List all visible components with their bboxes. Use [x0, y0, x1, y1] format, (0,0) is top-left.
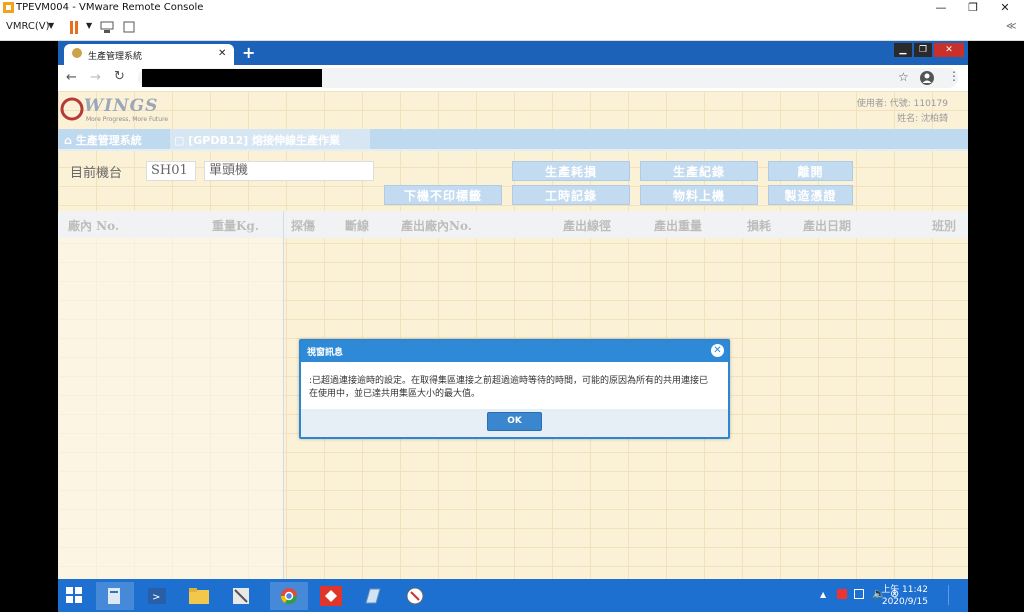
col-broken-wire: 斷線 [345, 219, 370, 233]
browser-tab[interactable]: 生產管理系統 ✕ [64, 44, 234, 65]
col-factory-no: 廠內 No. [68, 219, 120, 233]
redacted-url [142, 69, 322, 87]
col-probe-injury: 探傷 [291, 219, 316, 233]
production-record-button[interactable]: 生產紀錄 [640, 161, 758, 181]
svg-text:>: > [152, 592, 160, 603]
wings-logo: WINGS More Progress, More Future [60, 95, 168, 125]
machine-name-field[interactable]: 單頭機 [204, 161, 374, 181]
taskbar-app-icon[interactable] [354, 582, 392, 610]
tray-app-icon[interactable] [837, 589, 847, 599]
user-id-line: 使用者: 代號: 110179 [856, 99, 948, 109]
forward-icon[interactable]: → [90, 70, 101, 85]
taskbar-chrome-icon[interactable] [270, 582, 308, 610]
col-output-weight: 產出重量 [654, 219, 703, 233]
logo-text: WINGS [84, 96, 159, 116]
col-weight: 重量Kg. [212, 219, 259, 233]
menu-kebab-icon[interactable]: ⋮ [948, 69, 960, 83]
browser-minimize-icon[interactable]: ▁ [894, 43, 912, 57]
machine-label: 目前機台 [70, 166, 123, 181]
nav-current-page: ▢ [GPDB12] 熔接伸線生產作業 [170, 129, 370, 149]
vm-titlebar: TPEVM004 - VMware Remote Console — ❐ ✕ [0, 0, 1024, 16]
manufacturing-voucher-button[interactable]: 製造憑證 [768, 185, 853, 205]
user-name-line: 姓名: 沈柏錡 [897, 114, 948, 124]
browser-tab-strip: 生產管理系統 ✕ + ▁ ❐ ✕ [58, 41, 968, 65]
breadcrumb: ⌂ 生產管理系統 ▢ [GPDB12] 熔接伸線生產作業 [58, 129, 968, 151]
page-icon: ▢ [174, 134, 189, 147]
app-page: WINGS More Progress, More Future 使用者: 代號… [58, 91, 968, 611]
collapse-toolbar-icon[interactable]: ≪ [1006, 21, 1016, 32]
vm-window-title: TPEVM004 - VMware Remote Console [16, 2, 204, 13]
col-shift: 班別 [932, 219, 957, 233]
col-output-diameter: 產出線徑 [563, 219, 612, 233]
close-icon[interactable]: ✕ [990, 0, 1020, 16]
taskbar-powershell-icon[interactable]: > [138, 582, 176, 610]
browser-toolbar: ← → ↻ ☆ ⋮ [58, 65, 968, 92]
taskbar-anydesk-icon[interactable] [312, 582, 350, 610]
taskbar: > ▲ 🔈 ⊗ 上午 11:42 2020/9/15 [58, 579, 968, 612]
material-load-button[interactable]: 物料上機 [640, 185, 758, 205]
dialog-footer: OK [301, 409, 728, 437]
vmrc-menu[interactable]: VMRC(V) [6, 21, 50, 32]
nav-home-link[interactable]: ⌂ 生產管理系統 [64, 132, 142, 148]
dialog-message: :已超過連接逾時的設定。在取得集區連接之前超過逾時等待的時間，可能的原因為所有的… [309, 376, 709, 399]
vm-toolbar: VMRC(V) ▼ ▼ ≪ [0, 16, 1024, 41]
tray-date: 2020/9/15 [881, 597, 928, 607]
no-print-label-button[interactable]: 下機不印標籤 [384, 185, 502, 205]
dialog-header: 視窗訊息 ✕ [301, 341, 728, 362]
taskbar-explorer-icon[interactable] [180, 582, 218, 610]
app-header: WINGS More Progress, More Future 使用者: 代號… [58, 91, 968, 129]
grid-left-pane [58, 238, 283, 593]
col-output-factory-no: 產出廠內No. [401, 219, 472, 233]
taskbar-server-manager-icon[interactable] [96, 582, 134, 610]
pause-dropdown-icon[interactable]: ▼ [86, 21, 92, 30]
new-tab-button[interactable]: + [242, 43, 255, 62]
profile-icon[interactable] [920, 71, 934, 85]
address-bar[interactable]: ☆ [138, 68, 958, 88]
browser-close-icon[interactable]: ✕ [934, 43, 964, 57]
tray-expand-icon[interactable]: ▲ [820, 590, 826, 599]
tray-network-icon[interactable] [854, 589, 864, 599]
message-dialog: 視窗訊息 ✕ :已超過連接逾時的設定。在取得集區連接之前超過逾時等待的時間，可能… [299, 339, 730, 439]
col-loss: 損耗 [747, 219, 772, 233]
taskbar-tools-icon[interactable] [222, 582, 260, 610]
production-loss-button[interactable]: 生產耗損 [512, 161, 630, 181]
reload-icon[interactable]: ↻ [114, 69, 125, 84]
taskbar-remote-icon[interactable] [396, 582, 434, 610]
col-output-date: 產出日期 [803, 219, 852, 233]
page-title: ▢ [GPDB12] 熔接伸線生產作業 [174, 134, 341, 147]
tray-clock[interactable]: 上午 11:42 2020/9/15 [881, 584, 928, 608]
bookmark-star-icon[interactable]: ☆ [898, 70, 909, 84]
guest-screen: 生產管理系統 ✕ + ▁ ❐ ✕ ← → ↻ ☆ ⋮ WINGS More Pr [58, 41, 968, 612]
show-desktop-button[interactable] [948, 585, 961, 605]
tray-time: 上午 11:42 [881, 585, 928, 595]
fullscreen-icon[interactable] [122, 20, 136, 34]
tab-close-icon[interactable]: ✕ [218, 48, 226, 59]
tab-title: 生產管理系統 [88, 52, 143, 62]
grid-divider [283, 211, 284, 593]
home-icon: ⌂ [64, 134, 76, 147]
restore-icon[interactable]: ❐ [958, 0, 988, 16]
ok-button[interactable]: OK [487, 412, 542, 431]
back-icon[interactable]: ← [66, 70, 77, 85]
send-keys-icon[interactable] [100, 21, 114, 34]
minimize-icon[interactable]: — [926, 0, 956, 16]
windows-start-icon[interactable] [66, 587, 82, 603]
vmware-logo-icon [3, 2, 14, 13]
work-record-button[interactable]: 工時記錄 [512, 185, 630, 205]
favicon-icon [72, 48, 82, 58]
wings-swoosh-icon [60, 97, 84, 121]
dialog-title: 視窗訊息 [307, 348, 344, 358]
browser-restore-icon[interactable]: ❐ [914, 43, 932, 57]
chevron-down-icon[interactable]: ▼ [48, 21, 54, 30]
leave-button[interactable]: 離開 [768, 161, 853, 181]
machine-code-field[interactable]: SH01 [146, 161, 196, 181]
user-info: 使用者: 代號: 110179 姓名: 沈柏錡 [857, 97, 948, 127]
dialog-close-icon[interactable]: ✕ [711, 344, 724, 357]
logo-slogan: More Progress, More Future [86, 116, 169, 123]
grid-header: 廠內 No. 重量Kg. 探傷 斷線 產出廠內No. 產出線徑 產出重量 損耗 … [58, 211, 968, 238]
pause-icon[interactable] [69, 21, 79, 34]
